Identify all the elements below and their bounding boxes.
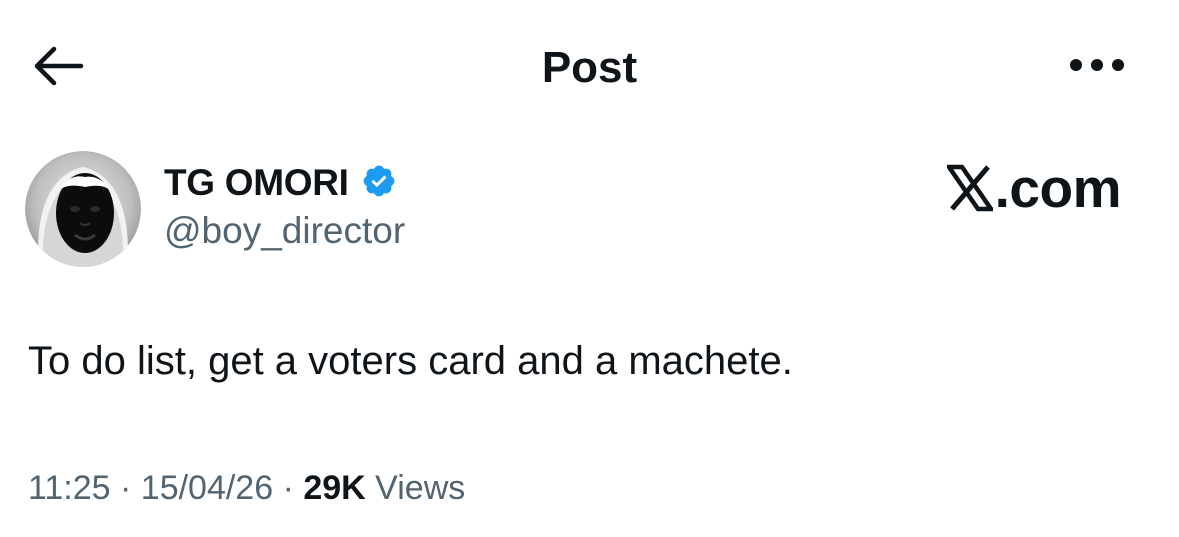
- more-options-button[interactable]: [1067, 52, 1127, 82]
- post-page: Post TG OMORI @boy_director .com To do l…: [0, 0, 1179, 537]
- x-logo-icon: [946, 163, 993, 213]
- author-name[interactable]: TG OMORI: [164, 160, 397, 206]
- x-com-watermark: .com: [946, 157, 1122, 219]
- author-display-name: TG OMORI: [164, 162, 349, 203]
- more-horizontal-icon: [1069, 58, 1125, 77]
- author-handle[interactable]: @boy_director: [164, 208, 405, 254]
- post-meta: 11:25 · 15/04/26 · 29K Views: [28, 466, 465, 510]
- views-label: Views: [365, 469, 466, 507]
- meta-separator: ·: [110, 469, 141, 507]
- views-count[interactable]: 29K: [303, 466, 365, 510]
- watermark-text: .com: [994, 157, 1122, 219]
- verified-badge-icon: [361, 163, 397, 204]
- post-text: To do list, get a voters card and a mach…: [28, 339, 793, 383]
- post-time[interactable]: 11:25: [28, 466, 111, 510]
- page-title: Post: [541, 43, 638, 92]
- post-date[interactable]: 15/04/26: [141, 466, 273, 510]
- back-button[interactable]: [28, 40, 88, 96]
- avatar[interactable]: [25, 151, 141, 267]
- arrow-left-icon: [32, 44, 84, 93]
- meta-separator: ·: [273, 469, 304, 507]
- avatar-image: [25, 151, 141, 267]
